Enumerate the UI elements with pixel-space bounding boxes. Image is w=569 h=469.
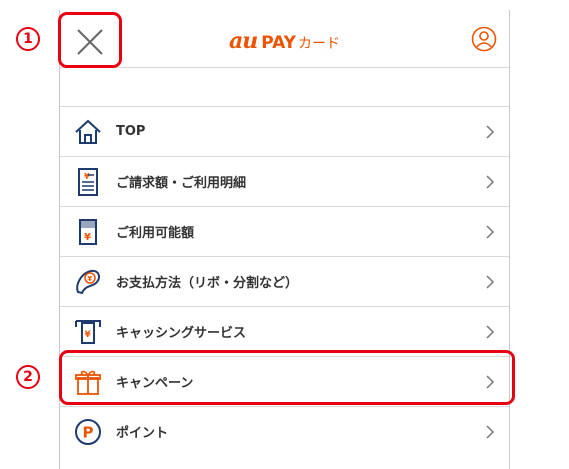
account-button[interactable] — [471, 26, 497, 52]
menu-item-label: キャンペーン — [116, 376, 194, 391]
menu-item-available-amount[interactable]: ¥ ご利用可能額 — [60, 206, 509, 256]
svg-text:¥: ¥ — [87, 275, 92, 283]
svg-text:¥: ¥ — [85, 330, 92, 340]
annotation-marker-2: 2 — [16, 365, 40, 389]
menu-item-label: ポイント — [116, 426, 169, 441]
chevron-right-icon — [486, 175, 495, 189]
annotation-marker-1: 1 — [16, 27, 40, 51]
chevron-right-icon — [486, 225, 495, 239]
annotation-marker-1-number: 1 — [23, 31, 33, 47]
statement-icon: ¥ — [78, 167, 98, 196]
menu-item-statement[interactable]: ¥ ご請求額・ご利用明細 — [60, 156, 509, 206]
chevron-right-icon — [486, 325, 495, 339]
chevron-right-icon — [486, 275, 495, 289]
brand-pay: PAY — [261, 33, 296, 53]
chevron-right-icon — [486, 125, 495, 139]
available-amount-icon: ¥ — [79, 218, 97, 245]
brand-card: カード — [298, 36, 340, 52]
menu-item-payment-method[interactable]: ¥ お支払方法（リボ・分割など） — [60, 256, 509, 306]
menu-list: TOP ¥ ご請求額・ご利用明細 ¥ ご利用可能額 ¥ お支払方法（リボ・分割な… — [60, 106, 509, 456]
svg-text:¥: ¥ — [84, 232, 91, 243]
cashing-icon: ¥ — [75, 319, 101, 344]
home-icon — [75, 119, 101, 144]
menu-item-label: ご利用可能額 — [116, 226, 195, 241]
menu-item-label: お支払方法（リボ・分割など） — [116, 276, 299, 291]
menu-item-label: ご請求額・ご利用明細 — [116, 176, 247, 191]
menu-item-cashing[interactable]: ¥ キャッシングサービス — [60, 306, 509, 356]
user-icon — [471, 26, 497, 52]
svg-text:P: P — [83, 423, 94, 441]
svg-text:¥: ¥ — [84, 172, 90, 181]
menu-item-top[interactable]: TOP — [60, 106, 509, 156]
chevron-right-icon — [486, 375, 495, 389]
chevron-right-icon — [486, 425, 495, 439]
header: au PAY カード — [60, 10, 509, 68]
gift-icon — [75, 370, 101, 395]
menu-item-label: TOP — [116, 124, 146, 139]
brand-au: au — [229, 28, 258, 54]
menu-item-points[interactable]: P ポイント — [60, 406, 509, 456]
payment-method-icon: ¥ — [76, 269, 100, 294]
menu-item-campaign[interactable]: キャンペーン — [60, 356, 509, 406]
points-icon: P — [75, 418, 101, 445]
menu-item-label: キャッシングサービス — [116, 326, 247, 341]
menu-panel: au PAY カード TOP ¥ ご請求額・ご利用明細 ¥ ご利用可能額 ¥ お… — [59, 10, 510, 469]
annotation-marker-2-number: 2 — [23, 369, 33, 385]
brand-logo[interactable]: au PAY カード — [60, 28, 509, 54]
